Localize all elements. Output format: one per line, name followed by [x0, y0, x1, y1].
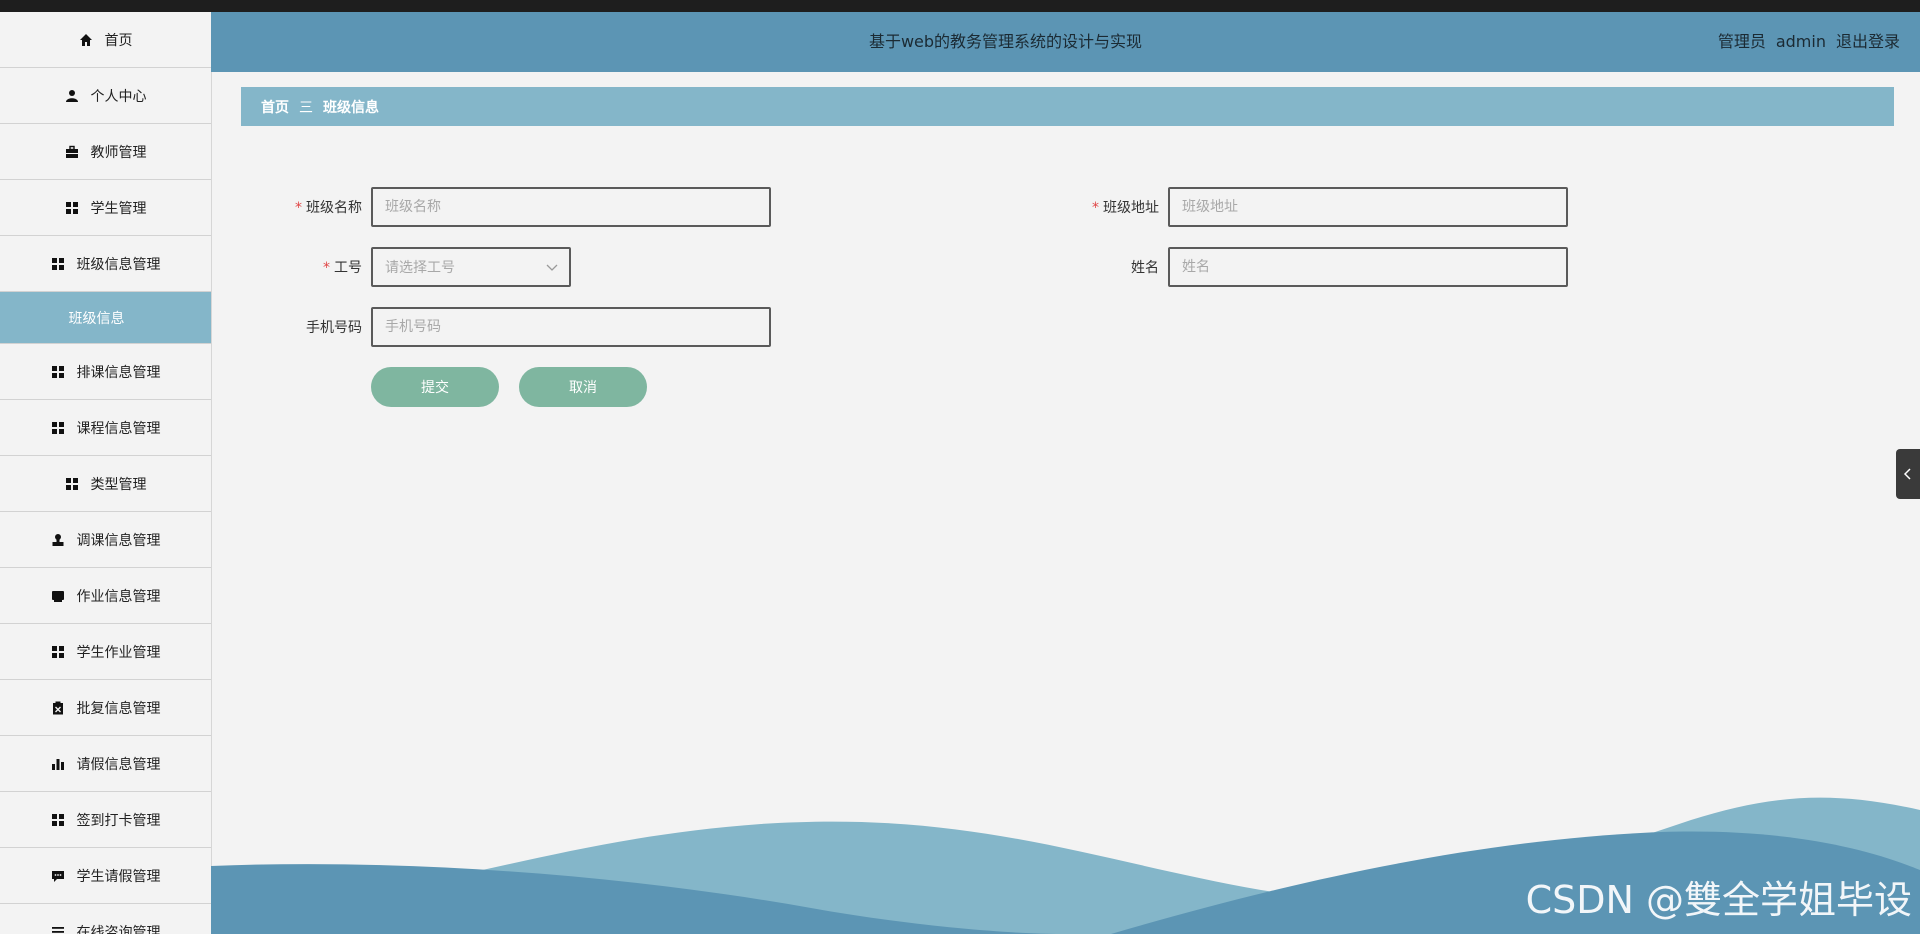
sidebar-item-label: 排课信息管理	[76, 364, 161, 381]
breadcrumb-home[interactable]: 首页	[261, 97, 289, 117]
tray-icon	[51, 589, 65, 603]
sidebar: 首页 个人中心 教师管理 学生管理 班级信息管理 班级信息 排课信息管理 课程信…	[0, 12, 212, 934]
sidebar-item-type-management[interactable]: 类型管理	[0, 456, 211, 512]
job-no-label: * 工号	[242, 257, 362, 277]
sidebar-item-home[interactable]: 首页	[0, 12, 211, 68]
chevron-down-icon	[546, 264, 558, 271]
required-mark: *	[1092, 200, 1099, 216]
class-name-label: * 班级名称	[242, 197, 362, 217]
sidebar-item-teacher-management[interactable]: 教师管理	[0, 124, 211, 180]
sidebar-subitem-class-info[interactable]: 班级信息	[0, 292, 211, 344]
required-mark: *	[295, 200, 302, 216]
briefcase-icon	[65, 145, 79, 159]
sidebar-item-class-info-management[interactable]: 班级信息管理	[0, 236, 211, 292]
sidebar-item-personal-center[interactable]: 个人中心	[0, 68, 211, 124]
chevron-left-icon	[1903, 468, 1911, 480]
app-title: 基于web的教务管理系统的设计与实现	[868, 32, 1143, 51]
sidebar-item-label: 学生管理	[90, 200, 147, 217]
name-label-text: 姓名	[1131, 260, 1159, 276]
bar-chart-icon	[51, 757, 65, 771]
grid-icon	[51, 421, 65, 435]
watermark-text: CSDN @雙全学姐毕设	[1525, 878, 1912, 922]
sidebar-item-schedule-management[interactable]: 排课信息管理	[0, 344, 211, 400]
class-name-label-text: 班级名称	[306, 200, 362, 216]
sidebar-item-label: 教师管理	[90, 144, 147, 161]
breadcrumb-separator: 三	[299, 99, 313, 116]
sidebar-item-reply-management[interactable]: 批复信息管理	[0, 680, 211, 736]
class-address-label-text: 班级地址	[1103, 200, 1159, 216]
sidebar-item-label: 个人中心	[90, 88, 147, 105]
sidebar-item-student-management[interactable]: 学生管理	[0, 180, 211, 236]
submit-button[interactable]: 提交	[371, 367, 499, 407]
sidebar-item-label: 班级信息管理	[76, 256, 161, 273]
job-no-select[interactable]: 请选择工号	[371, 247, 571, 287]
sidebar-item-label: 请假信息管理	[76, 756, 161, 773]
sidebar-item-online-consult-management[interactable]: 在线咨询管理	[0, 904, 211, 934]
sidebar-item-student-leave-management[interactable]: 学生请假管理	[0, 848, 211, 904]
sidebar-item-homework-info-management[interactable]: 作业信息管理	[0, 568, 211, 624]
job-no-placeholder: 请选择工号	[385, 260, 455, 276]
window-top-strip	[0, 0, 1920, 12]
grid-icon	[51, 257, 65, 271]
sidebar-item-label: 课程信息管理	[76, 420, 161, 437]
sidebar-item-label: 在线咨询管理	[76, 924, 161, 934]
sidebar-item-label: 签到打卡管理	[76, 812, 161, 829]
sidebar-item-label: 批复信息管理	[76, 700, 161, 717]
sidebar-item-checkin-management[interactable]: 签到打卡管理	[0, 792, 211, 848]
sidebar-item-course-management[interactable]: 课程信息管理	[0, 400, 211, 456]
cancel-button[interactable]: 取消	[519, 367, 647, 407]
sidebar-item-leave-info-management[interactable]: 请假信息管理	[0, 736, 211, 792]
phone-label: 手机号码	[242, 317, 362, 337]
logout-link[interactable]: 退出登录	[1836, 32, 1900, 51]
breadcrumb: 首页 三 班级信息	[241, 87, 1894, 126]
stamp-icon	[51, 533, 65, 547]
sidebar-item-label: 作业信息管理	[76, 588, 161, 605]
user-icon	[65, 89, 79, 103]
username: admin	[1775, 32, 1826, 51]
sidebar-item-label: 学生作业管理	[76, 644, 161, 661]
phone-input[interactable]	[371, 307, 771, 347]
sidebar-item-label: 班级信息	[68, 310, 125, 327]
clipboard-x-icon	[51, 701, 65, 715]
sidebar-item-class-change-management[interactable]: 调课信息管理	[0, 512, 211, 568]
grid-icon	[51, 813, 65, 827]
required-mark: *	[323, 260, 330, 276]
home-icon	[79, 33, 93, 47]
chat-icon	[51, 869, 65, 883]
list-icon	[51, 925, 65, 934]
job-no-label-text: 工号	[334, 260, 362, 276]
user-area: 管理员 admin 退出登录	[1708, 12, 1900, 72]
class-name-input[interactable]	[371, 187, 771, 227]
class-address-label: * 班级地址	[1039, 197, 1159, 217]
sidebar-item-label: 调课信息管理	[76, 532, 161, 549]
name-input[interactable]	[1168, 247, 1568, 287]
top-header: 基于web的教务管理系统的设计与实现 管理员 admin 退出登录	[211, 12, 1920, 72]
sidebar-item-label: 首页	[104, 32, 133, 49]
grid-icon	[51, 645, 65, 659]
grid-icon	[65, 201, 79, 215]
sidebar-item-label: 学生请假管理	[76, 868, 161, 885]
grid-icon	[51, 365, 65, 379]
phone-label-text: 手机号码	[306, 320, 362, 336]
breadcrumb-current: 班级信息	[323, 99, 379, 116]
sidebar-item-label: 类型管理	[90, 476, 147, 493]
sidebar-item-student-homework-management[interactable]: 学生作业管理	[0, 624, 211, 680]
name-label: 姓名	[1039, 257, 1159, 277]
grid-icon	[65, 477, 79, 491]
class-address-input[interactable]	[1168, 187, 1568, 227]
user-role: 管理员	[1717, 32, 1766, 51]
panel-toggle[interactable]	[1896, 449, 1920, 499]
